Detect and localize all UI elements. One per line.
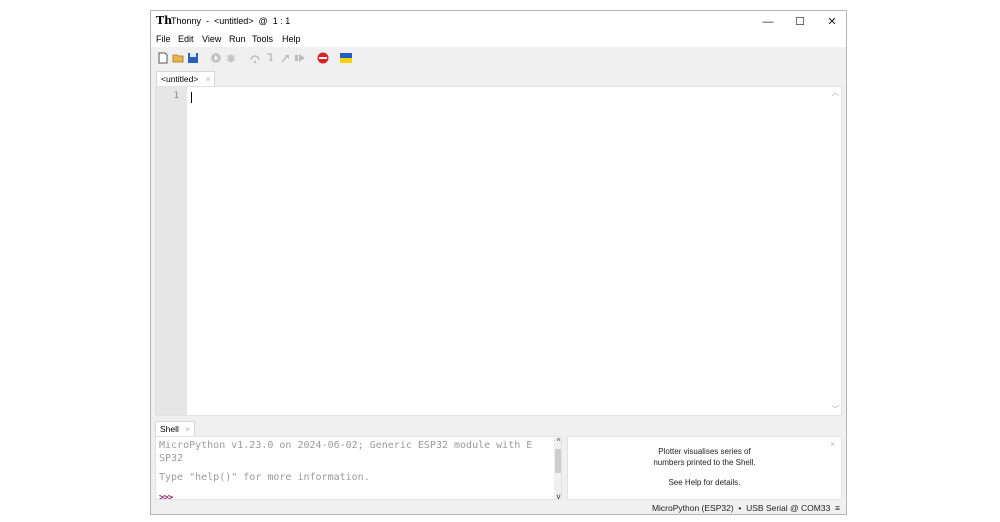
window-title: Thonny - <untitled> @ 1 : 1 [171, 16, 291, 26]
code-editor[interactable]: 1 ︿ ﹀ [155, 86, 842, 416]
close-shell-tab-icon[interactable]: × [185, 425, 190, 434]
shell-output-line: Type "help()" for more information. [159, 472, 370, 483]
save-icon[interactable] [187, 52, 199, 64]
scroll-down-icon[interactable]: ﹀ [830, 404, 841, 415]
minimize-button[interactable]: — [752, 11, 784, 33]
menu-run[interactable]: Run [229, 34, 246, 44]
menu-view[interactable]: View [202, 34, 221, 44]
shell-tab[interactable]: Shell × [155, 421, 195, 436]
run-icon[interactable] [210, 52, 222, 64]
editor-tab-label: <untitled> [161, 74, 199, 84]
debug-icon[interactable] [225, 52, 237, 64]
toolbar [151, 47, 846, 69]
stop-icon[interactable] [317, 52, 329, 64]
status-bar: MicroPython (ESP32) • USB Serial @ COM33… [151, 500, 846, 514]
plotter-hint-line: numbers printed to the Shell. [653, 458, 756, 467]
shell-tab-label: Shell [160, 424, 179, 434]
line-number: 1 [173, 91, 179, 101]
step-out-icon[interactable] [279, 52, 291, 64]
plotter-help-line: See Help for details. [668, 478, 741, 487]
close-button[interactable]: ✕ [816, 11, 846, 33]
menu-tools[interactable]: Tools [252, 34, 273, 44]
menu-file[interactable]: File [156, 34, 171, 44]
thonny-window: Th Thonny - <untitled> @ 1 : 1 — ☐ ✕ Fil… [150, 10, 847, 515]
text-caret [191, 92, 192, 103]
step-over-icon[interactable] [249, 52, 261, 64]
shell-scrollbar[interactable]: ^ v [554, 437, 561, 499]
thonny-logo-icon: Th [156, 14, 173, 27]
scroll-up-icon[interactable]: ︿ [830, 87, 841, 98]
shell-output-line: SP32 [159, 453, 184, 464]
close-tab-icon[interactable]: × [206, 75, 211, 84]
shell-console[interactable]: MicroPython v1.23.0 on 2024-06-02; Gener… [155, 436, 562, 500]
menu-edit[interactable]: Edit [178, 34, 194, 44]
shell-prompt: >>> [159, 493, 173, 500]
open-file-icon[interactable] [172, 52, 184, 64]
resume-icon[interactable] [294, 52, 306, 64]
editor-tab[interactable]: <untitled> × [156, 71, 216, 86]
menu-help[interactable]: Help [282, 34, 301, 44]
shell-scroll-up-icon[interactable]: ^ [554, 437, 561, 446]
shell-scroll-thumb[interactable] [555, 449, 561, 473]
maximize-button[interactable]: ☐ [784, 11, 816, 33]
step-into-icon[interactable] [264, 52, 276, 64]
ukraine-flag-icon[interactable] [340, 52, 352, 64]
editor-scrollbar[interactable]: ︿ ﹀ [830, 87, 841, 415]
plotter-hint-line: Plotter visualises series of [658, 447, 751, 456]
new-file-icon[interactable] [157, 52, 169, 64]
editor-tab-bar: <untitled> × [151, 69, 846, 86]
shell-scroll-down-icon[interactable]: v [554, 492, 561, 499]
shell-output-line: MicroPython v1.23.0 on 2024-06-02; Gener… [159, 440, 533, 451]
interpreter-status[interactable]: MicroPython (ESP32) • USB Serial @ COM33… [652, 503, 840, 513]
menu-bar: File Edit View Run Tools Help [151, 33, 846, 47]
shell-tab-bar: Shell × [151, 418, 846, 436]
line-number-gutter: 1 [156, 87, 187, 415]
title-bar: Th Thonny - <untitled> @ 1 : 1 — ☐ ✕ [151, 11, 846, 33]
plotter-panel: × Plotter visualises series of numbers p… [567, 436, 842, 500]
